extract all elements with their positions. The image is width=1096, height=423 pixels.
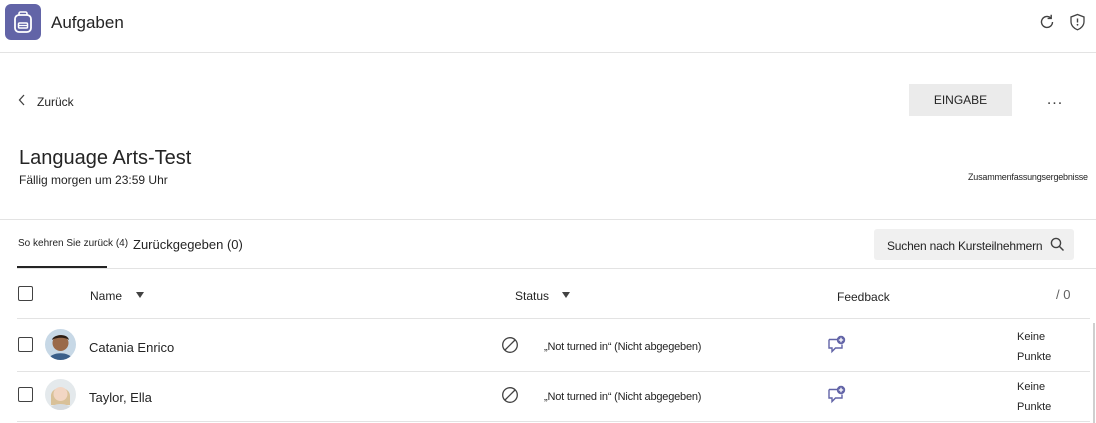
select-all-checkbox[interactable] bbox=[18, 286, 33, 301]
app-title: Aufgaben bbox=[51, 13, 124, 32]
row-checkbox[interactable] bbox=[18, 387, 33, 402]
more-options-icon[interactable]: ... bbox=[1045, 88, 1065, 112]
student-name[interactable]: Taylor, Ella bbox=[89, 390, 152, 405]
not-turned-in-icon bbox=[501, 336, 519, 359]
student-name[interactable]: Catania Enrico bbox=[89, 340, 174, 355]
points-line: Punkte bbox=[1017, 401, 1052, 413]
due-date: Fällig morgen um 23:59 Uhr bbox=[19, 173, 168, 187]
points-line: Keine bbox=[1017, 381, 1046, 393]
add-feedback-icon[interactable] bbox=[827, 385, 847, 409]
back-button[interactable]: Zurück bbox=[18, 93, 74, 111]
points-value: Keine Punkte bbox=[1017, 327, 1051, 367]
column-header-name[interactable]: Name bbox=[90, 289, 122, 303]
avatar bbox=[45, 379, 76, 410]
points-line: Punkte bbox=[1017, 351, 1052, 363]
divider bbox=[17, 268, 1096, 269]
divider bbox=[17, 371, 1090, 372]
back-label: Zurück bbox=[37, 95, 74, 109]
points-value: Keine Punkte bbox=[1017, 377, 1051, 417]
refresh-icon[interactable] bbox=[1038, 13, 1056, 36]
scrollbar[interactable] bbox=[1093, 323, 1095, 423]
sort-caret-icon[interactable] bbox=[562, 292, 570, 298]
divider bbox=[17, 421, 1090, 422]
tab-to-return[interactable]: So kehren Sie zurück (4) bbox=[18, 238, 128, 249]
search-icon[interactable] bbox=[1050, 237, 1065, 257]
summary-results-link[interactable]: Zusammenfassungsergebnisse bbox=[968, 172, 1088, 182]
shield-icon[interactable] bbox=[1069, 13, 1086, 36]
column-header-status[interactable]: Status bbox=[515, 289, 549, 303]
not-turned-in-icon bbox=[501, 386, 519, 409]
sort-caret-icon[interactable] bbox=[136, 292, 144, 298]
divider bbox=[17, 318, 1090, 319]
tab-returned[interactable]: Zurückgegeben (0) bbox=[133, 237, 243, 252]
eingabe-button[interactable]: EINGABE bbox=[909, 84, 1012, 116]
column-header-points: / 0 bbox=[1056, 287, 1071, 302]
points-line: Keine bbox=[1017, 331, 1046, 343]
app-header: Aufgaben bbox=[0, 0, 1096, 53]
chevron-left-icon bbox=[18, 93, 26, 111]
avatar bbox=[45, 329, 76, 360]
status-text: „Not turned in“ (Nicht abgegeben) bbox=[544, 391, 702, 403]
row-checkbox[interactable] bbox=[18, 337, 33, 352]
divider bbox=[0, 219, 1096, 220]
column-header-feedback: Feedback bbox=[837, 290, 890, 304]
search-input[interactable]: Suchen nach Kursteilnehmern bbox=[887, 239, 1043, 253]
student-search-box[interactable]: Suchen nach Kursteilnehmern bbox=[874, 229, 1074, 260]
assignment-title: Language Arts-Test bbox=[19, 147, 192, 169]
add-feedback-icon[interactable] bbox=[827, 335, 847, 359]
status-text: „Not turned in“ (Nicht abgegeben) bbox=[544, 341, 702, 353]
backpack-icon[interactable] bbox=[5, 4, 41, 40]
